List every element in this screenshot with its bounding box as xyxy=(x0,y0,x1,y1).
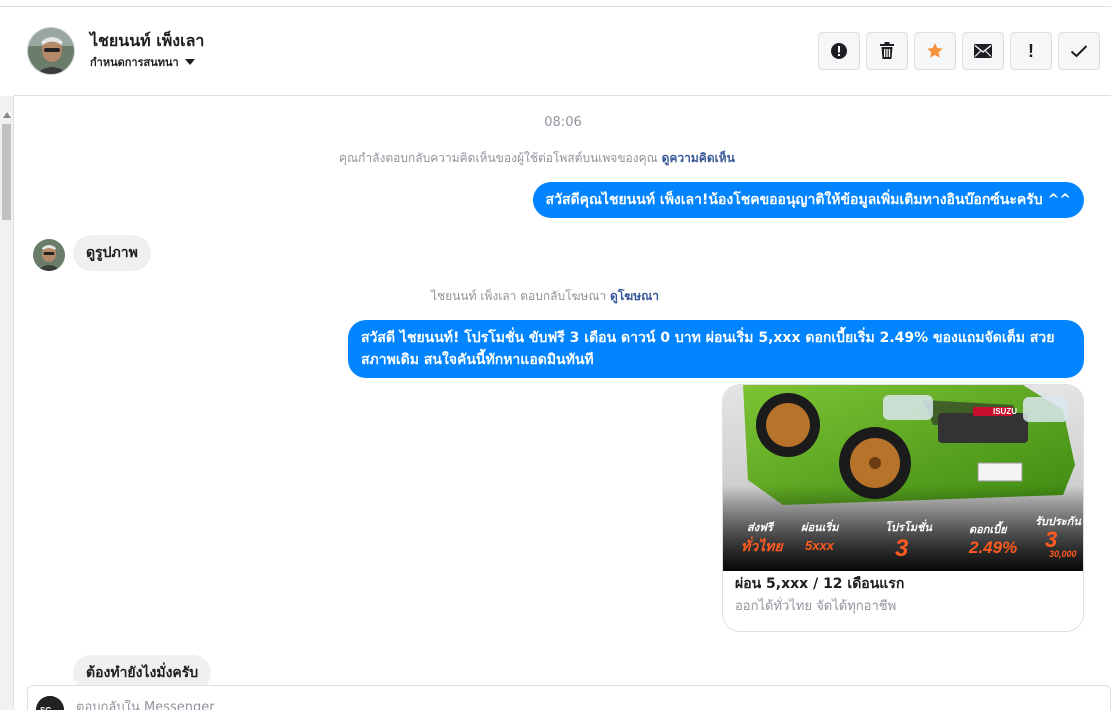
contact-avatar-small[interactable] xyxy=(33,239,65,271)
conversation-thread: 08:06 คุณกำลังตอบกลับความคิดเห็นของผู้ใช… xyxy=(15,97,1111,685)
outgoing-message: สวัสดี ไชยนนท์! โปรโมชั่น ขับฟรี 3 เดือน… xyxy=(348,320,1084,378)
promo-promotion-value: 3 xyxy=(895,535,909,562)
assign-conversation-label: กำหนดการสนทนา xyxy=(90,56,179,69)
promo-interest-label: ดอกเบี้ย xyxy=(969,521,1008,536)
ad-car-image: ส่งฟรี ทั่วไทย ผ่อนเริ่ม 5xxx โปรโมชั่น … xyxy=(723,385,1083,571)
isuzu-badge-text: ISUZU xyxy=(993,407,1017,416)
conversation-scrollbar[interactable] xyxy=(0,96,14,710)
contact-name: ไชยนนท์ เพ็งเลา xyxy=(90,31,205,50)
header-actions: ! xyxy=(818,32,1100,70)
delete-button[interactable] xyxy=(866,32,908,70)
envelope-icon xyxy=(974,44,992,58)
caret-down-icon xyxy=(184,59,195,65)
star-button[interactable] xyxy=(914,32,956,70)
promo-warranty-label: รับประกัน xyxy=(1035,515,1081,528)
mark-done-button[interactable] xyxy=(1058,32,1100,70)
promo-interest-value: 2.49% xyxy=(968,538,1017,557)
promo-installment-label: ผ่อนเริ่ม xyxy=(801,519,840,534)
comment-reply-note-text: คุณกำลังตอบกลับความคิดเห็นของผู้ใช้ต่อโพ… xyxy=(339,151,658,165)
ad-reply-note: ไชยนนท์ เพ็งเลา ตอบกลับโฆษณา ดูโฆษณา xyxy=(431,287,659,306)
check-icon xyxy=(1070,45,1088,58)
trash-icon xyxy=(880,42,894,59)
view-comment-link[interactable]: ดูความคิดเห็น xyxy=(662,151,735,165)
alert-circle-icon xyxy=(831,43,847,59)
conversation-header: ไชยนนท์ เพ็งเลา กำหนดการสนทนา ! xyxy=(14,7,1111,96)
message-timestamp: 08:06 xyxy=(544,115,582,130)
ad-preview-card[interactable]: ส่งฟรี ทั่วไทย ผ่อนเริ่ม 5xxx โปรโมชั่น … xyxy=(722,384,1084,632)
promo-warranty-extra: 30,000 xyxy=(1049,549,1077,559)
promo-free-shipping-value: ทั่วไทย xyxy=(741,536,784,554)
promo-promotion-label: โปรโมชั่น xyxy=(885,519,932,534)
mark-spam-button[interactable] xyxy=(818,32,860,70)
contact-avatar[interactable] xyxy=(27,27,75,75)
reply-input[interactable] xyxy=(76,700,976,710)
svg-text:SC: SC xyxy=(40,706,51,710)
follow-up-button[interactable]: ! xyxy=(1010,32,1052,70)
ad-reply-note-text: ไชยนนท์ เพ็งเลา ตอบกลับโฆษณา xyxy=(431,289,607,303)
exclamation-icon: ! xyxy=(1028,40,1034,61)
scroll-up-arrow-icon[interactable] xyxy=(3,112,11,118)
comment-reply-note: คุณกำลังตอบกลับความคิดเห็นของผู้ใช้ต่อโพ… xyxy=(339,149,735,168)
scrollbar-thumb[interactable] xyxy=(2,124,11,220)
promo-installment-value: 5xxx xyxy=(805,538,835,553)
view-ad-link[interactable]: ดูโฆษณา xyxy=(610,289,659,303)
reply-composer: SC xyxy=(27,685,1111,710)
page-avatar: SC xyxy=(36,696,64,710)
promo-free-shipping-label: ส่งฟรี xyxy=(747,521,775,534)
assign-conversation-dropdown[interactable]: กำหนดการสนทนา xyxy=(90,53,195,71)
ad-card-title: ผ่อน 5,xxx / 12 เดือนแรก xyxy=(735,576,905,592)
mark-unread-button[interactable] xyxy=(962,32,1004,70)
outgoing-message: สวัสดีคุณไชยนนท์ เพ็งเลา!น้องโชคขออนุญาต… xyxy=(532,182,1084,218)
star-icon xyxy=(927,43,943,58)
incoming-message: ดูรูปภาพ xyxy=(73,235,151,271)
incoming-message: ต้องทำยังไงมั่งครับ xyxy=(73,655,212,685)
window-top-edge xyxy=(0,0,1111,7)
ad-card-subtitle: ออกได้ทั่วไทย จัดได้ทุกอาชีพ xyxy=(735,599,897,614)
